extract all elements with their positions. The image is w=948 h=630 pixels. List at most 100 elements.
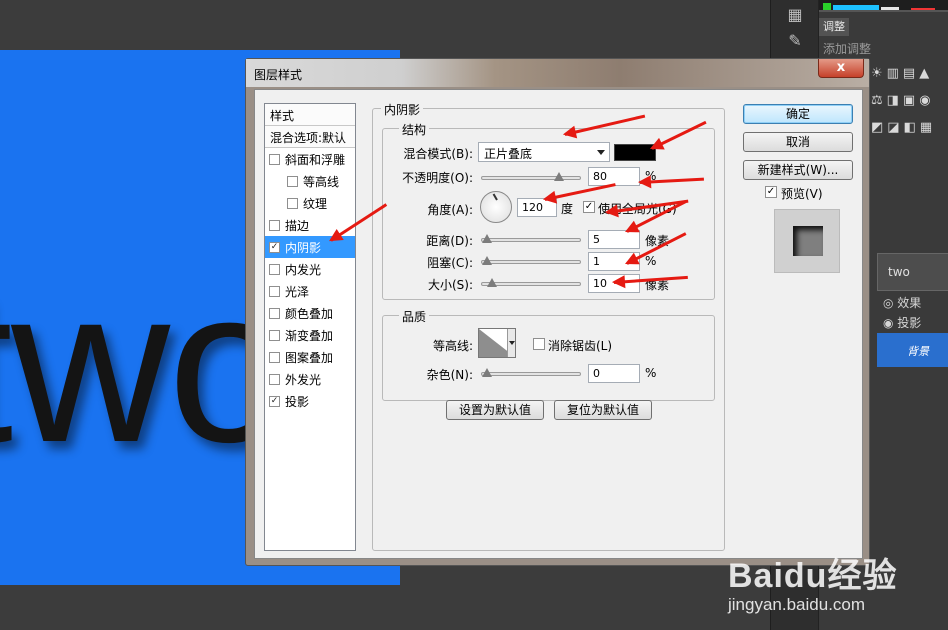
history-icon[interactable]: ▦ [783, 4, 807, 26]
ok-button[interactable]: 确定 [743, 104, 853, 124]
effect-drop-shadow[interactable]: ◉ 投影 [883, 314, 921, 331]
style-item[interactable]: ✓ 投影 [265, 390, 355, 412]
style-item-label: 斜面和浮雕 [285, 153, 346, 167]
style-item-label: 投影 [285, 395, 310, 409]
style-item-label: 外发光 [285, 373, 322, 387]
style-list: 样式 混合选项:默认 斜面和浮雕等高线纹理描边 ✓ 内阴影内发光光泽颜色叠加渐变叠加… [264, 103, 356, 551]
angle-dial[interactable] [480, 191, 512, 223]
noise-slider-thumb[interactable] [482, 368, 492, 378]
effects-text: 效果 [897, 296, 922, 310]
blend-options-item[interactable]: 混合选项:默认 [265, 126, 355, 148]
style-checkbox[interactable] [269, 220, 280, 231]
chevron-down-icon [597, 150, 605, 155]
watermark-url: jingyan.baidu.com [728, 595, 866, 614]
brush-icon[interactable]: ✎ [783, 30, 807, 52]
style-item-label: 内发光 [285, 263, 322, 277]
style-checkbox[interactable] [269, 308, 280, 319]
preview-checkbox[interactable]: ✓ [765, 186, 777, 198]
choke-slider-thumb[interactable] [482, 256, 492, 266]
close-button[interactable]: x [818, 59, 864, 78]
style-item-label: 颜色叠加 [285, 307, 334, 321]
cancel-button[interactable]: 取消 [743, 132, 853, 152]
distance-slider-thumb[interactable] [482, 234, 492, 244]
preview-label: 预览(V) [781, 187, 823, 201]
style-checkbox[interactable] [269, 374, 280, 385]
quality-title: 品质 [399, 308, 430, 325]
style-item[interactable]: 外发光 [265, 368, 355, 390]
layer-background[interactable]: 背景 [877, 333, 948, 367]
distance-slider[interactable] [481, 234, 581, 243]
histogram [819, 0, 948, 12]
style-item[interactable]: 渐变叠加 [265, 324, 355, 346]
choke-unit: % [645, 254, 657, 268]
tab-adjustments[interactable]: 调整 [819, 18, 849, 36]
baidu-watermark: Baidu经验 jingyan.baidu.com [728, 548, 897, 615]
opacity-slider[interactable] [481, 172, 581, 181]
chevron-down-icon[interactable] [507, 329, 515, 357]
angle-label: 角度(A): [427, 203, 473, 217]
contour-label: 等高线: [432, 339, 473, 353]
structure-group: 结构 混合模式(B): 正片叠底 不透明度(O): 80 % 角度(A): 12… [382, 121, 715, 300]
size-label: 大小(S): [427, 278, 473, 292]
layer-style-dialog: 图层样式 x 样式 混合选项:默认 斜面和浮雕等高线纹理描边 ✓ 内阴影内发光光泽颜… [245, 58, 870, 566]
blend-mode-select[interactable]: 正片叠底 [478, 142, 610, 162]
global-light-checkbox[interactable]: ✓ [583, 201, 595, 213]
blend-mode-label: 混合模式(B): [403, 147, 473, 161]
style-preview-thumbnail [774, 209, 840, 273]
effect-drop-shadow-text: 投影 [897, 316, 922, 330]
preview-swatch [793, 226, 823, 256]
new-style-button[interactable]: 新建样式(W)... [743, 160, 853, 180]
make-default-button[interactable]: 设置为默认值 [446, 400, 544, 420]
style-item-label: 光泽 [285, 285, 310, 299]
style-checkbox[interactable] [269, 154, 280, 165]
style-item-label: 描边 [285, 219, 310, 233]
style-checkbox[interactable] [287, 176, 298, 187]
style-item[interactable]: 斜面和浮雕 [265, 148, 355, 170]
style-checkbox[interactable] [287, 198, 298, 209]
antialias-checkbox[interactable] [533, 338, 545, 350]
quality-group: 品质 等高线: 消除锯齿(L) 杂色(N): 0 % [382, 308, 715, 401]
style-item-label: 渐变叠加 [285, 329, 334, 343]
style-item[interactable]: 颜色叠加 [265, 302, 355, 324]
style-checkbox[interactable] [269, 264, 280, 275]
reset-default-button[interactable]: 复位为默认值 [554, 400, 652, 420]
distance-label: 距离(D): [426, 234, 473, 248]
adjustment-icons-row-2[interactable]: ⚖◨▣◉ [871, 93, 948, 111]
size-slider[interactable] [481, 278, 581, 287]
structure-title: 结构 [399, 121, 430, 138]
style-checkbox[interactable] [269, 330, 280, 341]
noise-input[interactable]: 0 [588, 364, 640, 383]
dialog-title: 图层样式 [254, 68, 303, 82]
style-checkbox[interactable]: ✓ [269, 242, 280, 253]
style-item-label: 图案叠加 [285, 351, 334, 365]
noise-slider[interactable] [481, 368, 581, 377]
adjustment-icons-row-3[interactable]: ◩◪◧▦ [871, 120, 948, 138]
style-checkbox[interactable]: ✓ [269, 396, 280, 407]
style-item[interactable]: 图案叠加 [265, 346, 355, 368]
choke-label: 阻塞(C): [427, 256, 473, 270]
baidu-logo: Baidu经验 [728, 557, 898, 595]
style-list-header[interactable]: 样式 [265, 104, 355, 126]
style-item-label: 纹理 [303, 197, 328, 211]
noise-label: 杂色(N): [426, 368, 473, 382]
opacity-label: 不透明度(O): [402, 171, 473, 185]
adjustment-icons-row-1[interactable]: ☀▥▤▲ [871, 66, 948, 84]
inner-shadow-title: 内阴影 [381, 101, 424, 118]
contour-picker[interactable] [478, 328, 516, 358]
inner-shadow-panel: 内阴影 结构 混合模式(B): 正片叠底 不透明度(O): 80 % 角度(A)… [372, 101, 725, 551]
opacity-slider-thumb[interactable] [554, 172, 564, 182]
size-slider-thumb[interactable] [487, 278, 497, 288]
style-item[interactable]: 内发光 [265, 258, 355, 280]
style-checkbox[interactable] [269, 352, 280, 363]
noise-unit: % [645, 366, 657, 380]
style-item-label: 等高线 [303, 175, 340, 189]
add-adjustment-label: 添加调整 [823, 42, 872, 56]
layer-two[interactable]: two [877, 253, 948, 291]
style-item[interactable]: 等高线 [265, 170, 355, 192]
style-checkbox[interactable] [269, 286, 280, 297]
dialog-titlebar[interactable]: 图层样式 x [246, 59, 869, 87]
choke-slider[interactable] [481, 256, 581, 265]
style-item[interactable]: 光泽 [265, 280, 355, 302]
style-item[interactable]: 纹理 [265, 192, 355, 214]
style-item-label: 内阴影 [285, 241, 322, 255]
